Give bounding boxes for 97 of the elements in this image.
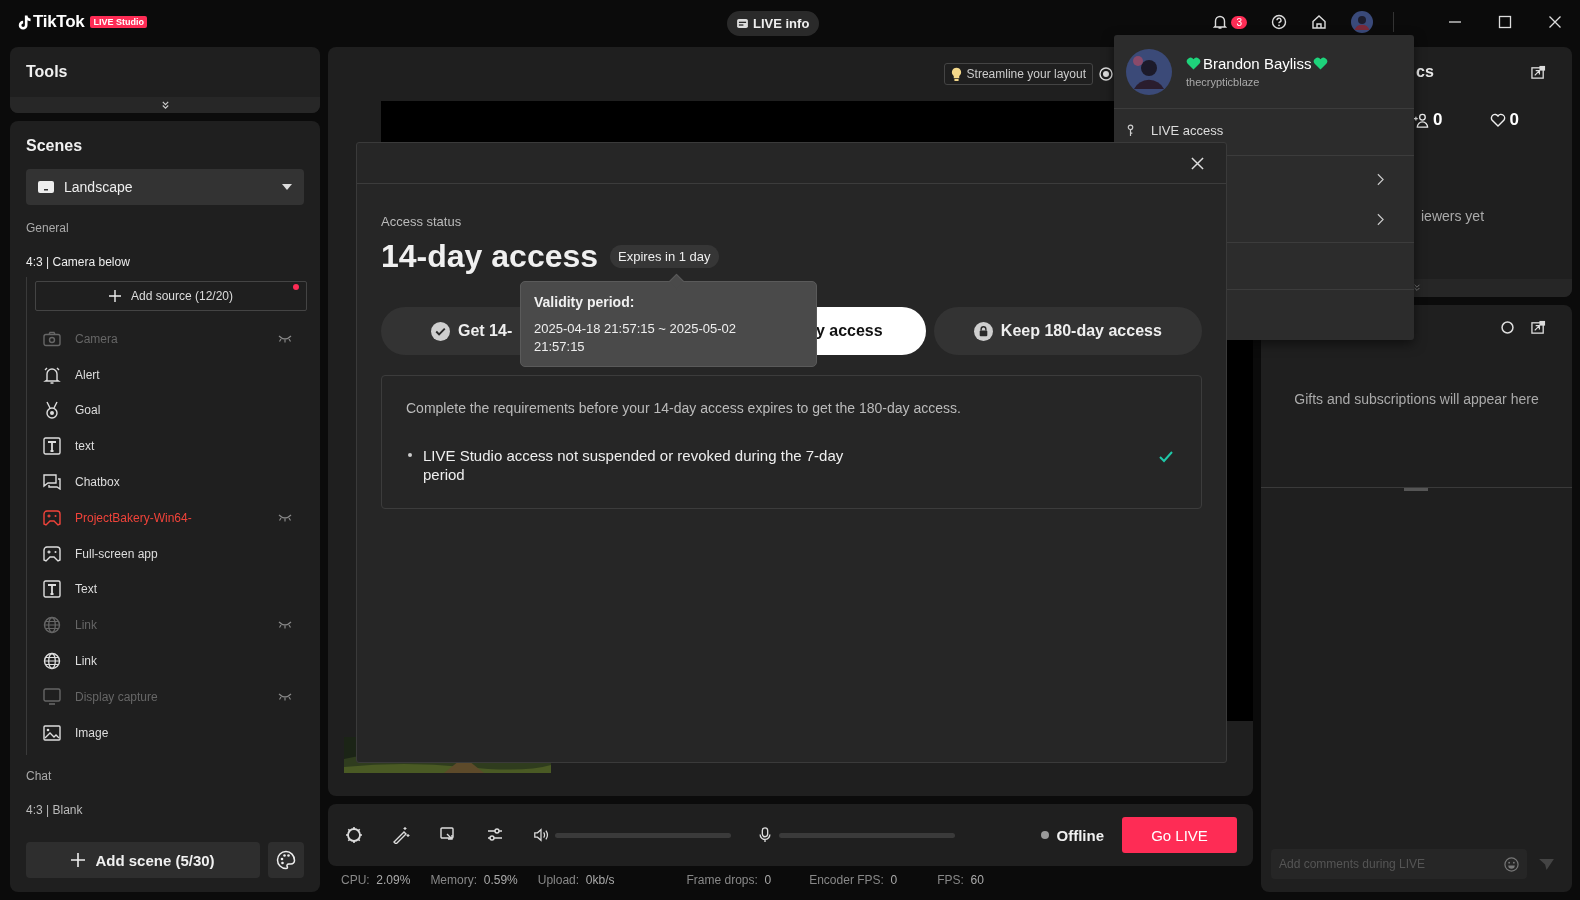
gamepad-icon bbox=[43, 545, 61, 562]
heart-icon bbox=[1490, 113, 1507, 127]
maximize-icon[interactable] bbox=[1498, 15, 1512, 29]
check-circle-icon bbox=[431, 321, 450, 341]
panel-title: Scenes bbox=[25, 136, 84, 155]
chevron-right-icon[interactable] bbox=[1377, 212, 1384, 226]
home-icon[interactable] bbox=[1311, 14, 1327, 30]
add-person-icon bbox=[1413, 112, 1430, 128]
close-icon[interactable] bbox=[1548, 15, 1562, 29]
source-item[interactable]: Link bbox=[35, 643, 304, 679]
user-handle: thecrypticblaze bbox=[1186, 76, 1261, 88]
tooltip-title: Validity period: bbox=[534, 294, 636, 310]
layout-tip-button[interactable]: Streamline your layout bbox=[943, 63, 1093, 85]
plus-icon bbox=[108, 290, 121, 302]
palette-icon bbox=[276, 850, 296, 870]
gamepad-icon bbox=[43, 509, 61, 526]
tiktok-note-icon bbox=[17, 13, 31, 31]
scene-item[interactable]: 4:3 | Camera below bbox=[26, 255, 304, 273]
menu-item[interactable]: LIVE access bbox=[1114, 109, 1414, 139]
microphone-icon[interactable] bbox=[757, 827, 773, 843]
notification-badge: 3 bbox=[1231, 15, 1247, 29]
record-icon[interactable] bbox=[1099, 67, 1113, 81]
empty-message: iewers yet bbox=[1421, 208, 1485, 224]
likes-count: 0 bbox=[1490, 110, 1519, 130]
stat-reading: Encoder FPS: 0 bbox=[809, 873, 898, 887]
requirements-intro: Complete the requirements before your 14-day access expires to get the 180-day access. bbox=[406, 400, 962, 416]
source-item[interactable]: Goal bbox=[35, 392, 304, 429]
empty-message: Gifts and subscriptions will appear here bbox=[1293, 390, 1540, 409]
theme-button[interactable] bbox=[268, 842, 304, 878]
add-scene-button[interactable]: Add scene (5/30) bbox=[26, 842, 260, 878]
app-badge: LIVE Studio bbox=[90, 16, 147, 28]
help-icon[interactable] bbox=[1271, 14, 1287, 30]
bell-icon[interactable] bbox=[1212, 14, 1229, 30]
popout-icon[interactable] bbox=[1531, 319, 1546, 335]
speaker-icon[interactable] bbox=[533, 827, 549, 843]
medal-icon bbox=[43, 401, 61, 420]
group-label: General bbox=[26, 221, 70, 237]
double-chevron-icon bbox=[1413, 284, 1421, 292]
requirement-text: LIVE Studio access not suspended or revoked during the 7-day period bbox=[423, 446, 845, 484]
source-item[interactable]: Full-screen app bbox=[35, 535, 304, 572]
heart-icon bbox=[1313, 57, 1329, 70]
status-dot bbox=[1040, 831, 1049, 839]
add-source-button[interactable]: Add source (12/20) bbox=[35, 281, 307, 311]
go-live-button[interactable]: Go LIVE bbox=[1122, 817, 1237, 853]
globe-icon bbox=[43, 616, 61, 635]
stream-status: Offline bbox=[1056, 826, 1104, 844]
bullet-icon bbox=[408, 453, 412, 457]
access-title: 14-day access bbox=[381, 237, 599, 275]
lightbulb-icon bbox=[950, 66, 962, 82]
source-item[interactable]: ProjectBakery-Win64- bbox=[35, 500, 304, 536]
access-tab[interactable]: Keep 180-day access bbox=[933, 307, 1202, 355]
stat-reading: CPU: 2.09% bbox=[341, 873, 411, 887]
text-icon bbox=[43, 580, 61, 599]
source-item[interactable]: Alert bbox=[35, 356, 304, 393]
source-item[interactable]: Text bbox=[35, 571, 304, 608]
camera-icon bbox=[43, 330, 61, 347]
bell-icon bbox=[43, 365, 61, 384]
lock-icon bbox=[973, 321, 993, 341]
text-icon bbox=[43, 437, 61, 456]
magic-wand-icon[interactable] bbox=[392, 826, 410, 844]
chevron-right-icon[interactable] bbox=[1377, 172, 1384, 186]
group-label: Chat bbox=[26, 768, 53, 785]
stat-reading: FPS: 60 bbox=[937, 873, 984, 887]
layout-dropdown[interactable]: Landscape bbox=[26, 169, 304, 205]
emoji-icon[interactable] bbox=[1504, 856, 1519, 872]
monitor-icon bbox=[43, 688, 61, 706]
card-icon bbox=[737, 19, 748, 28]
globe-icon bbox=[43, 652, 61, 671]
followers-count: 0 bbox=[1413, 110, 1443, 130]
plus-icon bbox=[71, 853, 86, 867]
live-info-button[interactable]: LIVE info bbox=[727, 11, 820, 36]
source-item[interactable]: Chatbox bbox=[35, 464, 304, 500]
image-icon bbox=[43, 724, 61, 741]
close-icon[interactable] bbox=[1191, 156, 1204, 170]
stat-reading: Upload: 0kb/s bbox=[537, 873, 615, 887]
panel-title: Tools bbox=[25, 62, 69, 82]
popout-icon[interactable] bbox=[1531, 64, 1546, 80]
panel-title: cs bbox=[1416, 63, 1434, 81]
source-item[interactable]: Image bbox=[35, 714, 304, 751]
expiry-tag: Expires in 1 day bbox=[610, 244, 719, 268]
app-logo: TikTok bbox=[33, 12, 85, 32]
heart-icon bbox=[1186, 57, 1201, 70]
caret-icon bbox=[282, 184, 292, 190]
chat-icon bbox=[43, 474, 61, 491]
source-item[interactable]: text bbox=[35, 428, 304, 465]
sliders-icon[interactable] bbox=[486, 826, 504, 844]
key-icon bbox=[1126, 123, 1135, 137]
resize-handle[interactable] bbox=[1261, 487, 1572, 493]
eye-closed-icon[interactable] bbox=[278, 513, 292, 522]
scene-item[interactable]: 4:3 | Blank bbox=[26, 802, 304, 821]
user-name: Brandon Bayliss bbox=[1203, 55, 1312, 72]
double-chevron-icon bbox=[160, 100, 170, 110]
section-label: Access status bbox=[381, 214, 463, 229]
avatar bbox=[1126, 48, 1172, 95]
stat-reading: Memory: 0.59% bbox=[430, 873, 518, 887]
stat-reading: Frame drops: 0 bbox=[686, 873, 772, 887]
screen-icon bbox=[38, 181, 54, 193]
